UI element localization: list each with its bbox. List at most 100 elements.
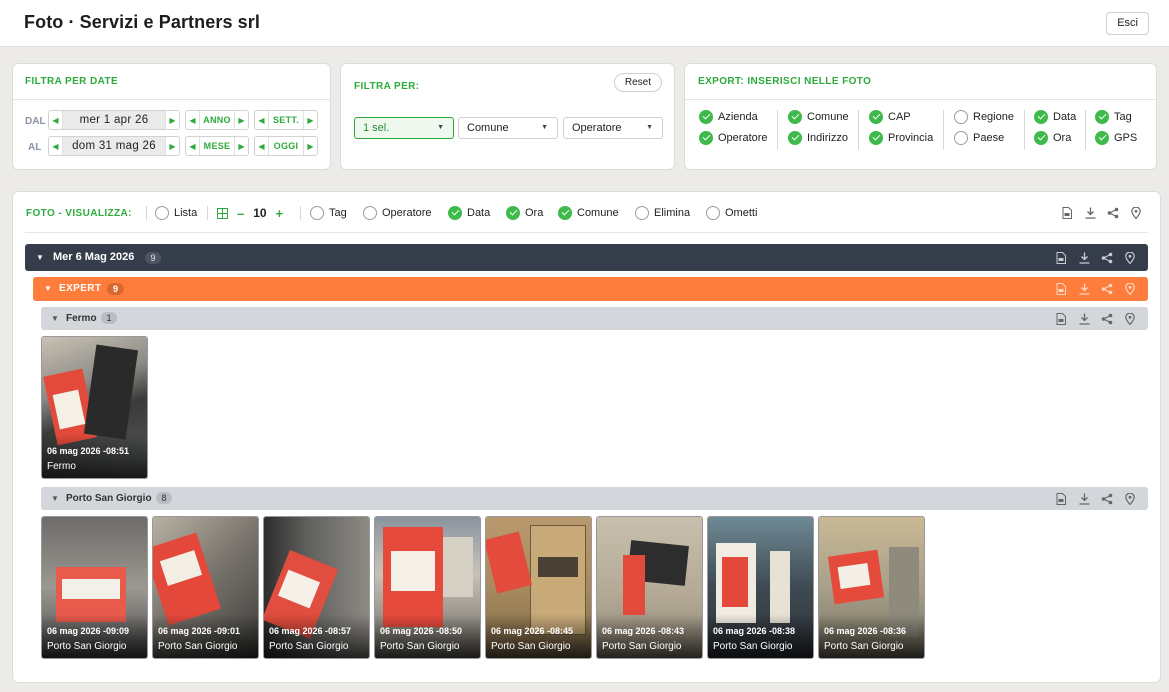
minus-icon[interactable]: – [237,206,244,221]
operatore-select[interactable]: Operatore ▼ [563,117,663,139]
view-operatore-option[interactable]: Operatore [363,205,432,221]
photo-thumbnail[interactable]: 06 mag 2026 -08:45 Porto San Giorgio [485,516,592,659]
unchecked-circle-icon [706,206,720,220]
checkbox-label: Indirizzo [807,132,848,144]
view-ora-option[interactable]: Ora [506,205,543,221]
from-date-value[interactable]: mer 1 apr 26 [62,111,166,129]
share-icon[interactable] [1101,252,1113,264]
map-pin-icon[interactable] [1124,312,1136,325]
day-group-header[interactable]: ▼ Mer 6 Mag 2026 9 [25,244,1148,271]
photo-thumbnail[interactable]: 06 mag 2026 -08:51 Fermo [41,336,148,479]
map-pin-icon[interactable] [1124,251,1136,264]
view-tag-option[interactable]: Tag [310,205,347,221]
download-icon[interactable] [1078,493,1090,505]
map-pin-icon[interactable] [1124,283,1136,295]
export-ora[interactable]: Ora [1034,130,1071,146]
photo-thumbnail[interactable]: 06 mag 2026 -08:43 Porto San Giorgio [596,516,703,659]
next-arrow-icon[interactable]: ▶ [166,111,179,129]
plus-icon[interactable]: + [276,206,284,221]
pdf-icon[interactable] [1055,312,1067,325]
export-indirizzo[interactable]: Indirizzo [788,130,848,146]
export-regione[interactable]: Regione [954,109,1014,125]
collapse-triangle-icon[interactable]: ▼ [51,307,59,330]
comune-select[interactable]: Comune ▼ [458,117,558,139]
export-cap[interactable]: CAP [869,109,911,125]
group-actions [1055,244,1136,271]
pdf-icon[interactable] [1061,207,1073,219]
export-comune[interactable]: Comune [788,109,849,125]
operator-group-header[interactable]: ▼ EXPERT 9 [33,277,1148,301]
view-ometti-option[interactable]: Ometti [706,205,757,221]
view-data-option[interactable]: Data [448,205,490,221]
prev-arrow-icon[interactable]: ◀ [255,137,268,155]
share-icon[interactable] [1101,283,1113,295]
photos-panel: FOTO - VISUALIZZA: Lista – 10 + Tag Oper… [12,191,1161,683]
download-icon[interactable] [1078,252,1090,264]
exit-button[interactable]: Esci [1106,12,1149,35]
export-operatore[interactable]: Operatore [699,130,768,146]
prev-arrow-icon[interactable]: ◀ [186,137,199,155]
photo-location: Porto San Giorgio [269,641,349,652]
share-icon[interactable] [1101,313,1113,325]
prev-arrow-icon[interactable]: ◀ [255,111,268,129]
download-icon[interactable] [1078,313,1090,325]
share-icon[interactable] [1107,207,1119,219]
prev-arrow-icon[interactable]: ◀ [49,111,62,129]
next-arrow-icon[interactable]: ▶ [304,111,317,129]
option-label: Operatore [382,207,432,219]
export-azienda[interactable]: Azienda [699,109,758,125]
view-comune-option[interactable]: Comune [558,205,619,221]
location-group-header[interactable]: ▼ Porto San Giorgio 8 [41,487,1148,510]
next-arrow-icon[interactable]: ▶ [235,137,248,155]
check-icon [1034,131,1048,145]
prev-arrow-icon[interactable]: ◀ [49,137,62,155]
checkbox-label: Regione [973,111,1014,123]
map-pin-icon[interactable] [1130,207,1142,219]
count-badge: 9 [107,283,124,295]
photo-thumbnail[interactable]: 06 mag 2026 -08:50 Porto San Giorgio [374,516,481,659]
location-group-header[interactable]: ▼ Fermo 1 [41,307,1148,330]
grid-icon[interactable] [217,207,228,219]
collapse-triangle-icon[interactable]: ▼ [44,277,52,301]
photo-timestamp: 06 mag 2026 -08:51 [47,446,130,456]
to-date-value[interactable]: dom 31 mag 26 [62,137,166,155]
reset-button[interactable]: Reset [613,73,662,92]
selection-select[interactable]: 1 sel. ▼ [354,117,454,139]
next-arrow-icon[interactable]: ▶ [304,137,317,155]
map-pin-icon[interactable] [1124,492,1136,505]
prev-arrow-icon[interactable]: ◀ [186,111,199,129]
divider [685,99,1156,100]
grid-size-control: – 10 + [217,205,283,221]
pdf-icon[interactable] [1055,283,1067,295]
from-label: DAL [25,116,46,127]
date-filter-panel: FILTRA PER DATE DAL ◀ mer 1 apr 26 ▶ ◀ A… [12,63,331,170]
export-data[interactable]: Data [1034,109,1076,125]
share-icon[interactable] [1101,493,1113,505]
collapse-triangle-icon[interactable]: ▼ [51,487,59,510]
photo-thumbnail[interactable]: 06 mag 2026 -08:38 Porto San Giorgio [707,516,814,659]
photo-thumbnail[interactable]: 06 mag 2026 -09:09 Porto San Giorgio [41,516,148,659]
option-label: Elimina [654,207,691,219]
export-panel: EXPORT: INSERISCI NELLE FOTO Azienda Ope… [684,63,1157,170]
check-icon [1095,131,1109,145]
photo-timestamp: 06 mag 2026 -09:09 [47,626,130,636]
checkbox-label: Comune [807,111,849,123]
collapse-triangle-icon[interactable]: ▼ [36,244,44,271]
download-icon[interactable] [1084,207,1096,219]
count-badge: 9 [145,252,161,264]
pdf-icon[interactable] [1055,492,1067,505]
export-tag[interactable]: Tag [1095,109,1132,125]
photo-thumbnail[interactable]: 06 mag 2026 -08:57 Porto San Giorgio [263,516,370,659]
checkbox-label: CAP [888,111,911,123]
download-icon[interactable] [1078,283,1090,295]
export-paese[interactable]: Paese [954,130,1004,146]
export-provincia[interactable]: Provincia [869,130,933,146]
view-elimina-option[interactable]: Elimina [635,205,690,221]
photo-thumbnail[interactable]: 06 mag 2026 -09:01 Porto San Giorgio [152,516,259,659]
view-list-option[interactable]: Lista [155,205,197,221]
pdf-icon[interactable] [1055,251,1067,264]
next-arrow-icon[interactable]: ▶ [166,137,179,155]
next-arrow-icon[interactable]: ▶ [235,111,248,129]
photo-thumbnail[interactable]: 06 mag 2026 -08:36 Porto San Giorgio [818,516,925,659]
export-gps[interactable]: GPS [1095,130,1137,146]
